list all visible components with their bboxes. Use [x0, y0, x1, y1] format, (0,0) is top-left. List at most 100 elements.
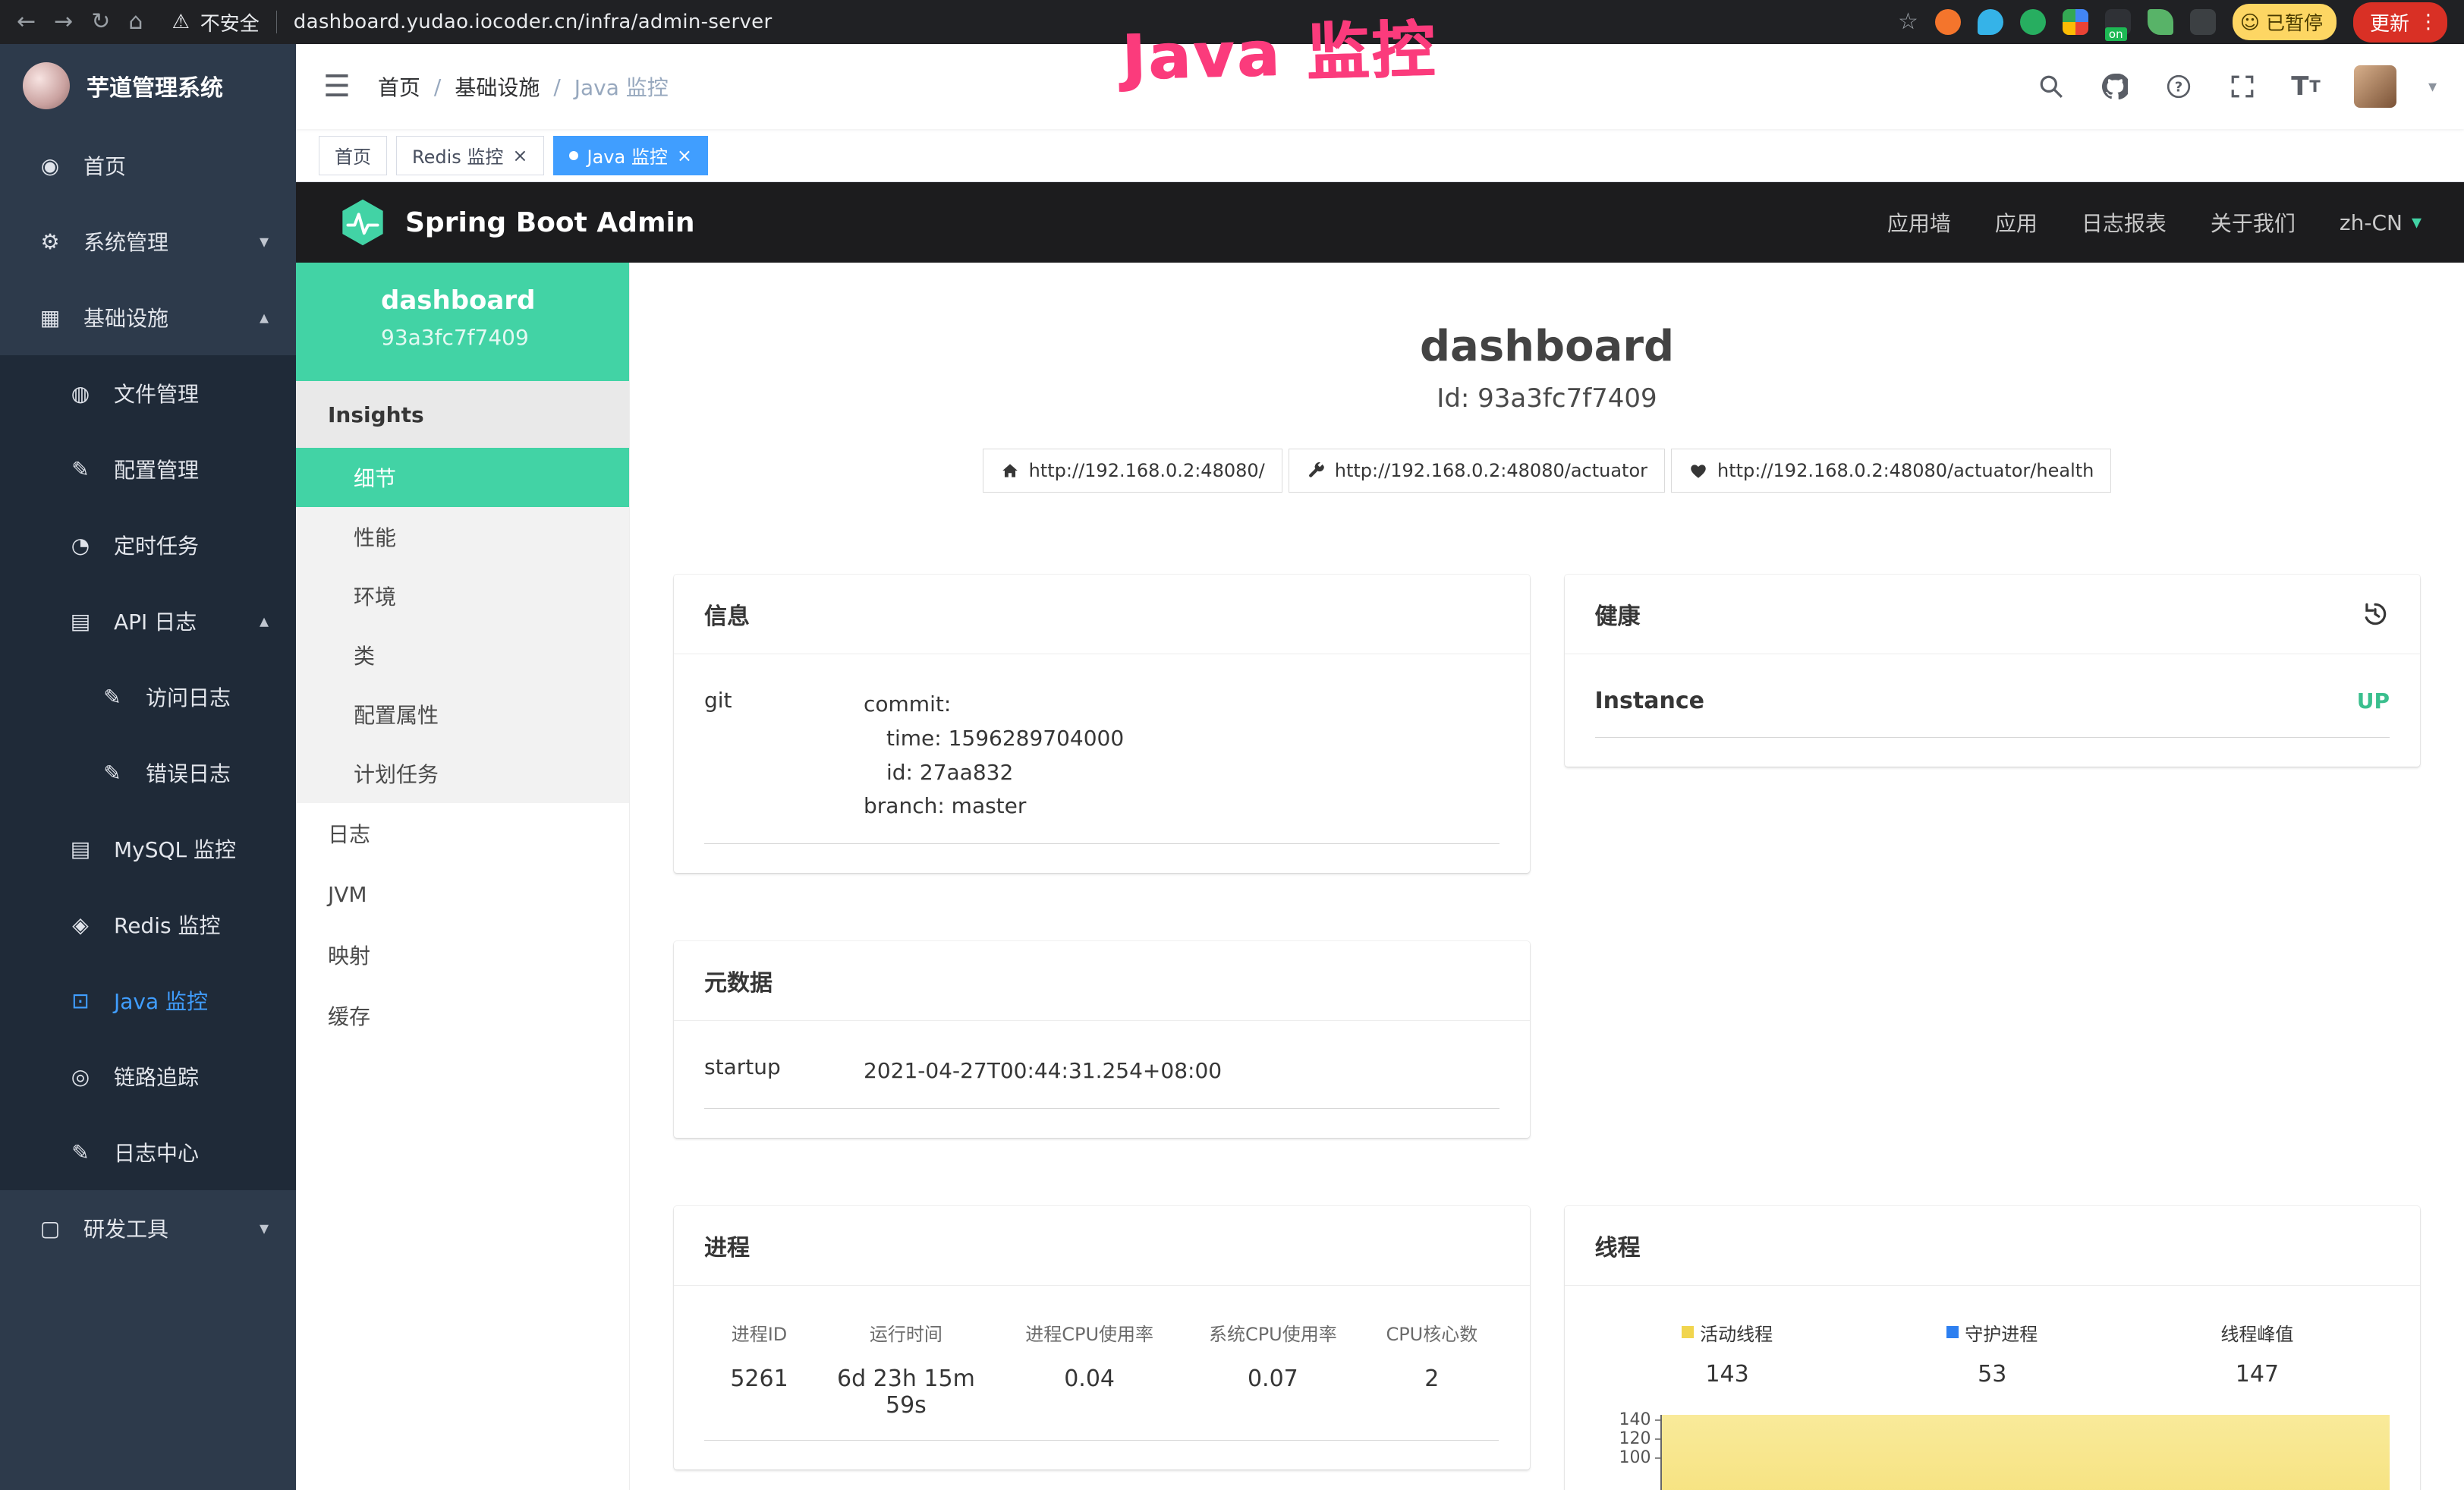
main-column: ☰ 首页 / 基础设施 / Java 监控 ? [296, 44, 2464, 1490]
sba-brand[interactable]: Spring Boot Admin [338, 198, 694, 247]
screen: ← → ↻ ⌂ ⚠ 不安全 dashboard.yudao.iocoder.cn… [0, 0, 2464, 1490]
actuator-url-button[interactable]: http://192.168.0.2:48080/actuator [1289, 449, 1665, 493]
browser-home-button[interactable]: ⌂ [128, 11, 143, 33]
log-icon: ✎ [67, 1140, 94, 1165]
search-icon[interactable] [2035, 71, 2067, 102]
extension-icon[interactable] [2020, 9, 2046, 35]
sidebar-item-infrastructure[interactable]: ▦ 基础设施 ▴ [0, 279, 296, 355]
sidebar-item-java-monitor[interactable]: ⊡ Java 监控 [0, 962, 296, 1038]
forward-button[interactable]: → [54, 11, 73, 33]
home-icon: ◉ [36, 153, 64, 178]
sba-item-logs[interactable]: 日志 [296, 803, 629, 864]
sba-item-scheduled-tasks[interactable]: 计划任务 [296, 744, 629, 803]
sba-item-details[interactable]: 细节 [296, 448, 629, 507]
close-icon[interactable]: × [512, 146, 527, 165]
font-size-small-glyph: T [2309, 77, 2321, 96]
github-icon[interactable] [2099, 71, 2131, 102]
daemon-threads-value: 53 [1860, 1361, 2125, 1388]
toolbox-icon: ▢ [36, 1216, 64, 1241]
git-branch-line: branch: master [864, 789, 1499, 824]
sba-navbar: Spring Boot Admin 应用墙 应用 日志报表 关于我们 zh-CN… [296, 182, 2464, 263]
sba-nav-journal[interactable]: 日志报表 [2082, 207, 2167, 238]
sidebar-item-trace[interactable]: ◎ 链路追踪 [0, 1038, 296, 1114]
address-bar[interactable]: ⚠ 不安全 dashboard.yudao.iocoder.cn/infra/a… [172, 8, 772, 36]
svg-text:?: ? [2175, 79, 2182, 95]
chevron-down-icon: ▾ [2412, 211, 2422, 234]
process-cpu-value: 0.04 [998, 1366, 1182, 1441]
sidebar-item-mysql-monitor[interactable]: ▤ MySQL 监控 [0, 811, 296, 887]
sidebar-item-redis-monitor[interactable]: ◈ Redis 监控 [0, 887, 296, 962]
actuator-url-label: http://192.168.0.2:48080/actuator [1335, 460, 1647, 481]
sba-item-config-props[interactable]: 配置属性 [296, 685, 629, 744]
paused-badge[interactable]: ☺ 已暂停 [2233, 4, 2337, 40]
sidebar-item-scheduled-jobs[interactable]: ◔ 定时任务 [0, 507, 296, 583]
user-avatar[interactable] [2354, 65, 2396, 108]
sidebar-item-file-management[interactable]: ◍ 文件管理 [0, 355, 296, 431]
instance-id-line: Id: 93a3fc7f7409 [674, 383, 2420, 414]
tab-redis-monitor[interactable]: Redis 监控 × [396, 136, 544, 175]
sidebar-item-api-log[interactable]: ▤ API 日志 ▴ [0, 583, 296, 659]
breadcrumb-home[interactable]: 首页 [378, 71, 420, 102]
sba-nav-about[interactable]: 关于我们 [2211, 207, 2296, 238]
on-badge: on [2105, 27, 2127, 41]
column-header: 运行时间 [814, 1319, 998, 1346]
sba-item-environment[interactable]: 环境 [296, 566, 629, 625]
card-title: 进程 [704, 1229, 750, 1262]
sidebar-item-home[interactable]: ◉ 首页 [0, 128, 296, 203]
sba-language-value: zh-CN [2340, 210, 2403, 235]
breadcrumb-infrastructure[interactable]: 基础设施 [455, 71, 540, 102]
sidebar-item-config-management[interactable]: ✎ 配置管理 [0, 431, 296, 507]
help-icon[interactable]: ? [2163, 71, 2195, 102]
security-label[interactable]: 不安全 [200, 8, 260, 36]
kebab-menu-icon[interactable]: ⋮ [2418, 11, 2438, 33]
card-header: 元数据 [674, 941, 1530, 1021]
sidebar-item-devtools[interactable]: ▢ 研发工具 ▾ [0, 1190, 296, 1266]
chevron-down-icon[interactable]: ▾ [2428, 77, 2437, 96]
sidebar-item-label: Redis 监控 [114, 909, 220, 940]
sba-content: dashboard Id: 93a3fc7f7409 http://192.16… [630, 263, 2464, 1490]
chevron-up-icon: ▴ [260, 307, 269, 328]
health-url-button[interactable]: http://192.168.0.2:48080/actuator/health [1671, 449, 2111, 493]
reload-button[interactable]: ↻ [91, 11, 110, 33]
bookmark-star-icon[interactable]: ☆ [1898, 11, 1918, 33]
extension-icon[interactable] [2148, 9, 2173, 35]
history-icon[interactable] [2361, 600, 2390, 628]
card-body: git commit: time: 1596289704000 id: 27aa… [674, 654, 1530, 873]
extension-icon[interactable]: on [2105, 9, 2131, 35]
sba-item-performance[interactable]: 性能 [296, 507, 629, 566]
back-button[interactable]: ← [17, 11, 36, 33]
extension-icon[interactable] [2063, 9, 2088, 35]
extension-icon[interactable] [1978, 9, 2003, 35]
hamburger-icon[interactable]: ☰ [323, 69, 351, 104]
sidebar-item-log-center[interactable]: ✎ 日志中心 [0, 1114, 296, 1190]
tab-java-monitor[interactable]: Java 监控 × [553, 136, 708, 175]
monitor-icon: ▦ [36, 305, 64, 330]
sba-item-mappings[interactable]: 映射 [296, 925, 629, 985]
sba-language-select[interactable]: zh-CN ▾ [2340, 210, 2422, 235]
service-url-button[interactable]: http://192.168.0.2:48080/ [983, 449, 1282, 493]
insights-group: 细节 性能 环境 类 配置属性 计划任务 [296, 448, 629, 803]
sidebar-item-label: 链路追踪 [114, 1061, 199, 1092]
tab-home[interactable]: 首页 [319, 136, 387, 175]
fullscreen-icon[interactable] [2226, 71, 2258, 102]
legend-swatch-blue [1946, 1326, 1959, 1338]
sba-nav-applications[interactable]: 应用 [1995, 207, 2038, 238]
sba-item-jvm[interactable]: JVM [296, 864, 629, 925]
close-icon[interactable]: × [677, 146, 692, 165]
app-logo[interactable]: 芋道管理系统 [0, 44, 296, 128]
font-size-icon[interactable]: TT [2290, 71, 2322, 102]
sidebar-item-label: 文件管理 [114, 378, 199, 408]
sidebar-item-error-log[interactable]: ✎ 错误日志 [0, 735, 296, 811]
sba-item-classes[interactable]: 类 [296, 625, 629, 685]
sba-nav-wall[interactable]: 应用墙 [1887, 207, 1951, 238]
tab-label: Redis 监控 [412, 142, 503, 169]
update-button[interactable]: 更新 ⋮ [2353, 2, 2447, 43]
extension-icon[interactable] [1935, 9, 1961, 35]
info-key-git: git [704, 688, 864, 824]
extensions-puzzle-icon[interactable] [2190, 9, 2216, 35]
sidebar-item-access-log[interactable]: ✎ 访问日志 [0, 659, 296, 735]
sba-item-caches[interactable]: 缓存 [296, 985, 629, 1046]
url-text[interactable]: dashboard.yudao.iocoder.cn/infra/admin-s… [294, 11, 773, 33]
instance-header[interactable]: dashboard 93a3fc7f7409 [296, 263, 629, 381]
sidebar-item-system[interactable]: ⚙ 系统管理 ▾ [0, 203, 296, 279]
